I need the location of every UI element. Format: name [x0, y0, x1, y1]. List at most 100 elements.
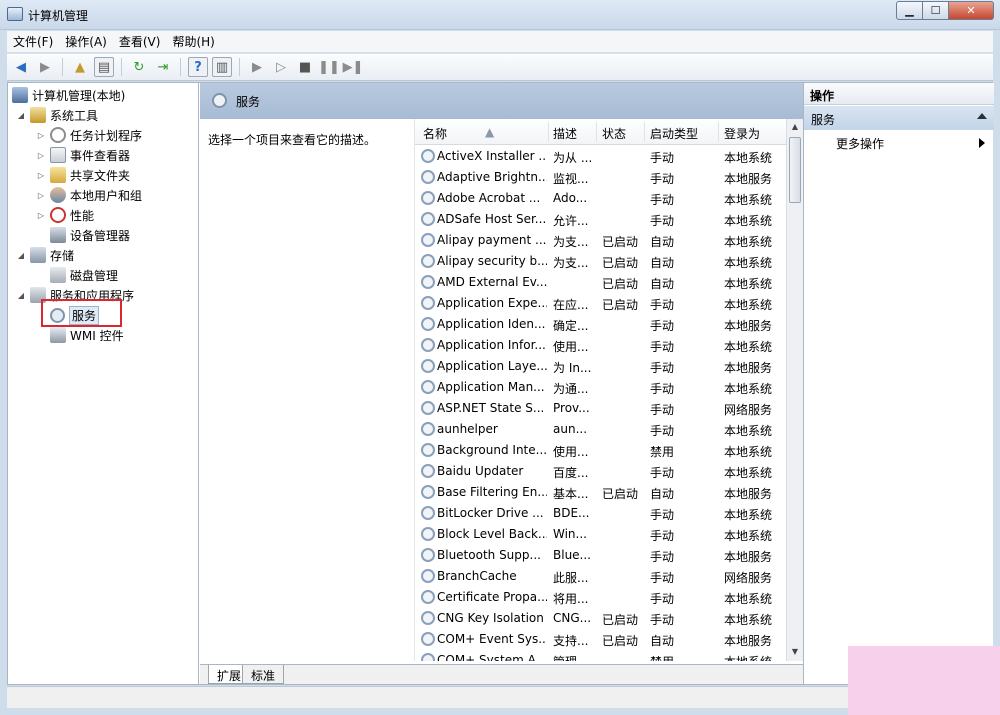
start-service-icon[interactable]: ▶: [247, 57, 267, 77]
expand-arrow-icon[interactable]: ▷: [36, 191, 46, 200]
submenu-arrow-icon[interactable]: [979, 138, 985, 148]
expand-arrow-icon[interactable]: ▷: [36, 151, 46, 160]
column-logon-as[interactable]: 登录为: [724, 125, 760, 142]
table-row[interactable]: Baidu Updater 百度... 手动 本地系统: [415, 461, 786, 482]
table-row[interactable]: ADSafe Host Ser... 允许... 手动 本地系统: [415, 209, 786, 230]
service-description: 为通...: [553, 382, 589, 396]
column-divider[interactable]: [718, 122, 719, 142]
expand-arrow-icon[interactable]: ▷: [36, 211, 46, 220]
forward-arrow-icon[interactable]: ▶: [35, 57, 55, 77]
column-divider[interactable]: [644, 122, 645, 142]
tab-standard[interactable]: 标准: [242, 665, 285, 684]
column-status[interactable]: 状态: [602, 125, 626, 142]
tree-shared-folders[interactable]: ▷ 共享文件夹: [36, 165, 130, 185]
view-tabs: 扩展 标准: [200, 664, 803, 684]
services-header: 服务: [200, 83, 803, 119]
service-startup-type: 自动: [650, 235, 675, 249]
tree-disk-management[interactable]: 磁盘管理: [50, 265, 118, 285]
service-name: Alipay security b...: [437, 254, 547, 268]
table-row[interactable]: COM+ Event Sys... 支持... 已启动 自动 本地服务: [415, 629, 786, 650]
menu-action[interactable]: 操作(A): [59, 33, 113, 50]
table-row[interactable]: CNG Key Isolation CNG... 已启动 手动 本地系统: [415, 608, 786, 629]
table-row[interactable]: Adaptive Brightn... 监视... 手动 本地服务: [415, 167, 786, 188]
collapse-arrow-icon[interactable]: ◢: [16, 291, 26, 300]
table-row[interactable]: Application Expe... 在应... 已启动 手动 本地系统: [415, 293, 786, 314]
collapse-arrow-icon[interactable]: ◢: [16, 251, 26, 260]
maximize-button[interactable]: ☐: [923, 1, 949, 20]
up-level-icon[interactable]: ▲: [70, 57, 90, 77]
table-row[interactable]: aunhelper aun... 手动 本地系统: [415, 419, 786, 440]
menu-view[interactable]: 查看(V): [113, 33, 167, 50]
table-row[interactable]: Bluetooth Supp... Blue... 手动 本地服务: [415, 545, 786, 566]
refresh-icon[interactable]: ↻: [129, 57, 149, 77]
start-service-alt-icon[interactable]: ▷: [271, 57, 291, 77]
service-name: Application Infor...: [437, 338, 546, 352]
tree-device-manager[interactable]: 设备管理器: [50, 225, 130, 245]
expand-arrow-icon[interactable]: ▷: [36, 171, 46, 180]
close-button[interactable]: ✕: [949, 1, 994, 20]
tree-local-users[interactable]: ▷ 本地用户和组: [36, 185, 142, 205]
tree-root[interactable]: 计算机管理(本地): [12, 85, 125, 105]
back-arrow-icon[interactable]: ◀: [11, 57, 31, 77]
expand-arrow-icon[interactable]: ▷: [36, 131, 46, 140]
table-row[interactable]: Block Level Back... Win... 手动 本地系统: [415, 524, 786, 545]
show-hide-tree-icon[interactable]: ▤: [94, 57, 114, 77]
service-name: Adobe Acrobat ...: [437, 191, 541, 205]
table-row[interactable]: ASP.NET State S... Prov... 手动 网络服务: [415, 398, 786, 419]
menu-help[interactable]: 帮助(H): [166, 33, 220, 50]
table-row[interactable]: Application Man... 为通... 手动 本地系统: [415, 377, 786, 398]
service-logon-as: 本地系统: [724, 277, 773, 291]
service-startup-type: 禁用: [650, 653, 716, 661]
tree-label: 事件查看器: [70, 148, 131, 163]
service-description: aun...: [553, 422, 588, 436]
table-row[interactable]: AMD External Ev... 已启动 自动 本地系统: [415, 272, 786, 293]
menu-file[interactable]: 文件(F): [7, 33, 59, 50]
service-gear-icon: [421, 380, 435, 394]
scroll-down-icon[interactable]: ▼: [787, 644, 803, 660]
tree-wmi[interactable]: WMI 控件: [50, 325, 124, 345]
table-row[interactable]: COM+ System A... 管理... 禁用本地系统: [415, 650, 786, 661]
vertical-scrollbar[interactable]: ▲ ▼: [786, 119, 803, 661]
collapse-up-icon[interactable]: [977, 113, 987, 119]
service-name: Application Iden...: [437, 317, 546, 331]
help-icon[interactable]: ?: [188, 57, 208, 77]
table-row[interactable]: BranchCache 此服... 手动 网络服务: [415, 566, 786, 587]
minimize-button[interactable]: ▁: [896, 1, 923, 20]
tree-task-scheduler[interactable]: ▷ 任务计划程序: [36, 125, 142, 145]
column-divider[interactable]: [548, 122, 549, 142]
service-startup-type: 自动: [650, 277, 675, 291]
scroll-thumb[interactable]: [789, 137, 801, 203]
scroll-up-icon[interactable]: ▲: [787, 119, 803, 135]
table-row[interactable]: ActiveX Installer ... 为从 ... 手动 本地系统: [415, 146, 786, 167]
table-row[interactable]: Base Filtering En... 基本... 已启动 自动 本地服务: [415, 482, 786, 503]
stop-service-icon[interactable]: ■: [295, 57, 315, 77]
table-row[interactable]: Alipay payment ... 为支... 已启动 自动 本地系统: [415, 230, 786, 251]
table-row[interactable]: Adobe Acrobat ... Ado... 手动 本地系统: [415, 188, 786, 209]
service-status: 已启动: [602, 613, 639, 627]
tree-performance[interactable]: ▷ 性能: [36, 205, 94, 225]
table-row[interactable]: Certificate Propa... 将用... 手动 本地系统: [415, 587, 786, 608]
table-row[interactable]: Application Infor... 使用... 手动 本地系统: [415, 335, 786, 356]
table-row[interactable]: Alipay security b... 为支... 已启动 自动 本地系统: [415, 251, 786, 272]
restart-service-icon[interactable]: ▶❚: [343, 57, 364, 77]
service-logon-as: 本地服务: [724, 550, 773, 564]
table-row[interactable]: Application Laye... 为 In... 手动 本地服务: [415, 356, 786, 377]
collapse-arrow-icon[interactable]: ◢: [16, 111, 26, 120]
column-divider[interactable]: [596, 122, 597, 142]
tree-system-tools[interactable]: ◢ 系统工具: [16, 105, 98, 125]
table-row[interactable]: Application Iden... 确定... 手动 本地服务: [415, 314, 786, 335]
tree-event-viewer[interactable]: ▷ 事件查看器: [36, 145, 130, 165]
table-row[interactable]: BitLocker Drive ... BDE... 手动 本地系统: [415, 503, 786, 524]
pause-service-icon[interactable]: ❚❚: [318, 57, 340, 77]
more-actions-item[interactable]: 更多操作: [836, 135, 884, 152]
show-hide-action-pane-icon[interactable]: ▥: [212, 57, 232, 77]
column-startup-type[interactable]: 启动类型: [650, 125, 698, 142]
column-description[interactable]: 描述: [553, 125, 577, 142]
table-row[interactable]: Background Inte... 使用... 禁用 本地系统: [415, 440, 786, 461]
window-title: 计算机管理: [28, 9, 89, 23]
export-list-icon[interactable]: ⇥: [153, 57, 173, 77]
service-description: 为支...: [553, 235, 589, 249]
tree-storage[interactable]: ◢ 存储: [16, 245, 74, 265]
column-name[interactable]: 名称: [423, 125, 447, 142]
actions-section-services[interactable]: 服务: [804, 106, 994, 130]
